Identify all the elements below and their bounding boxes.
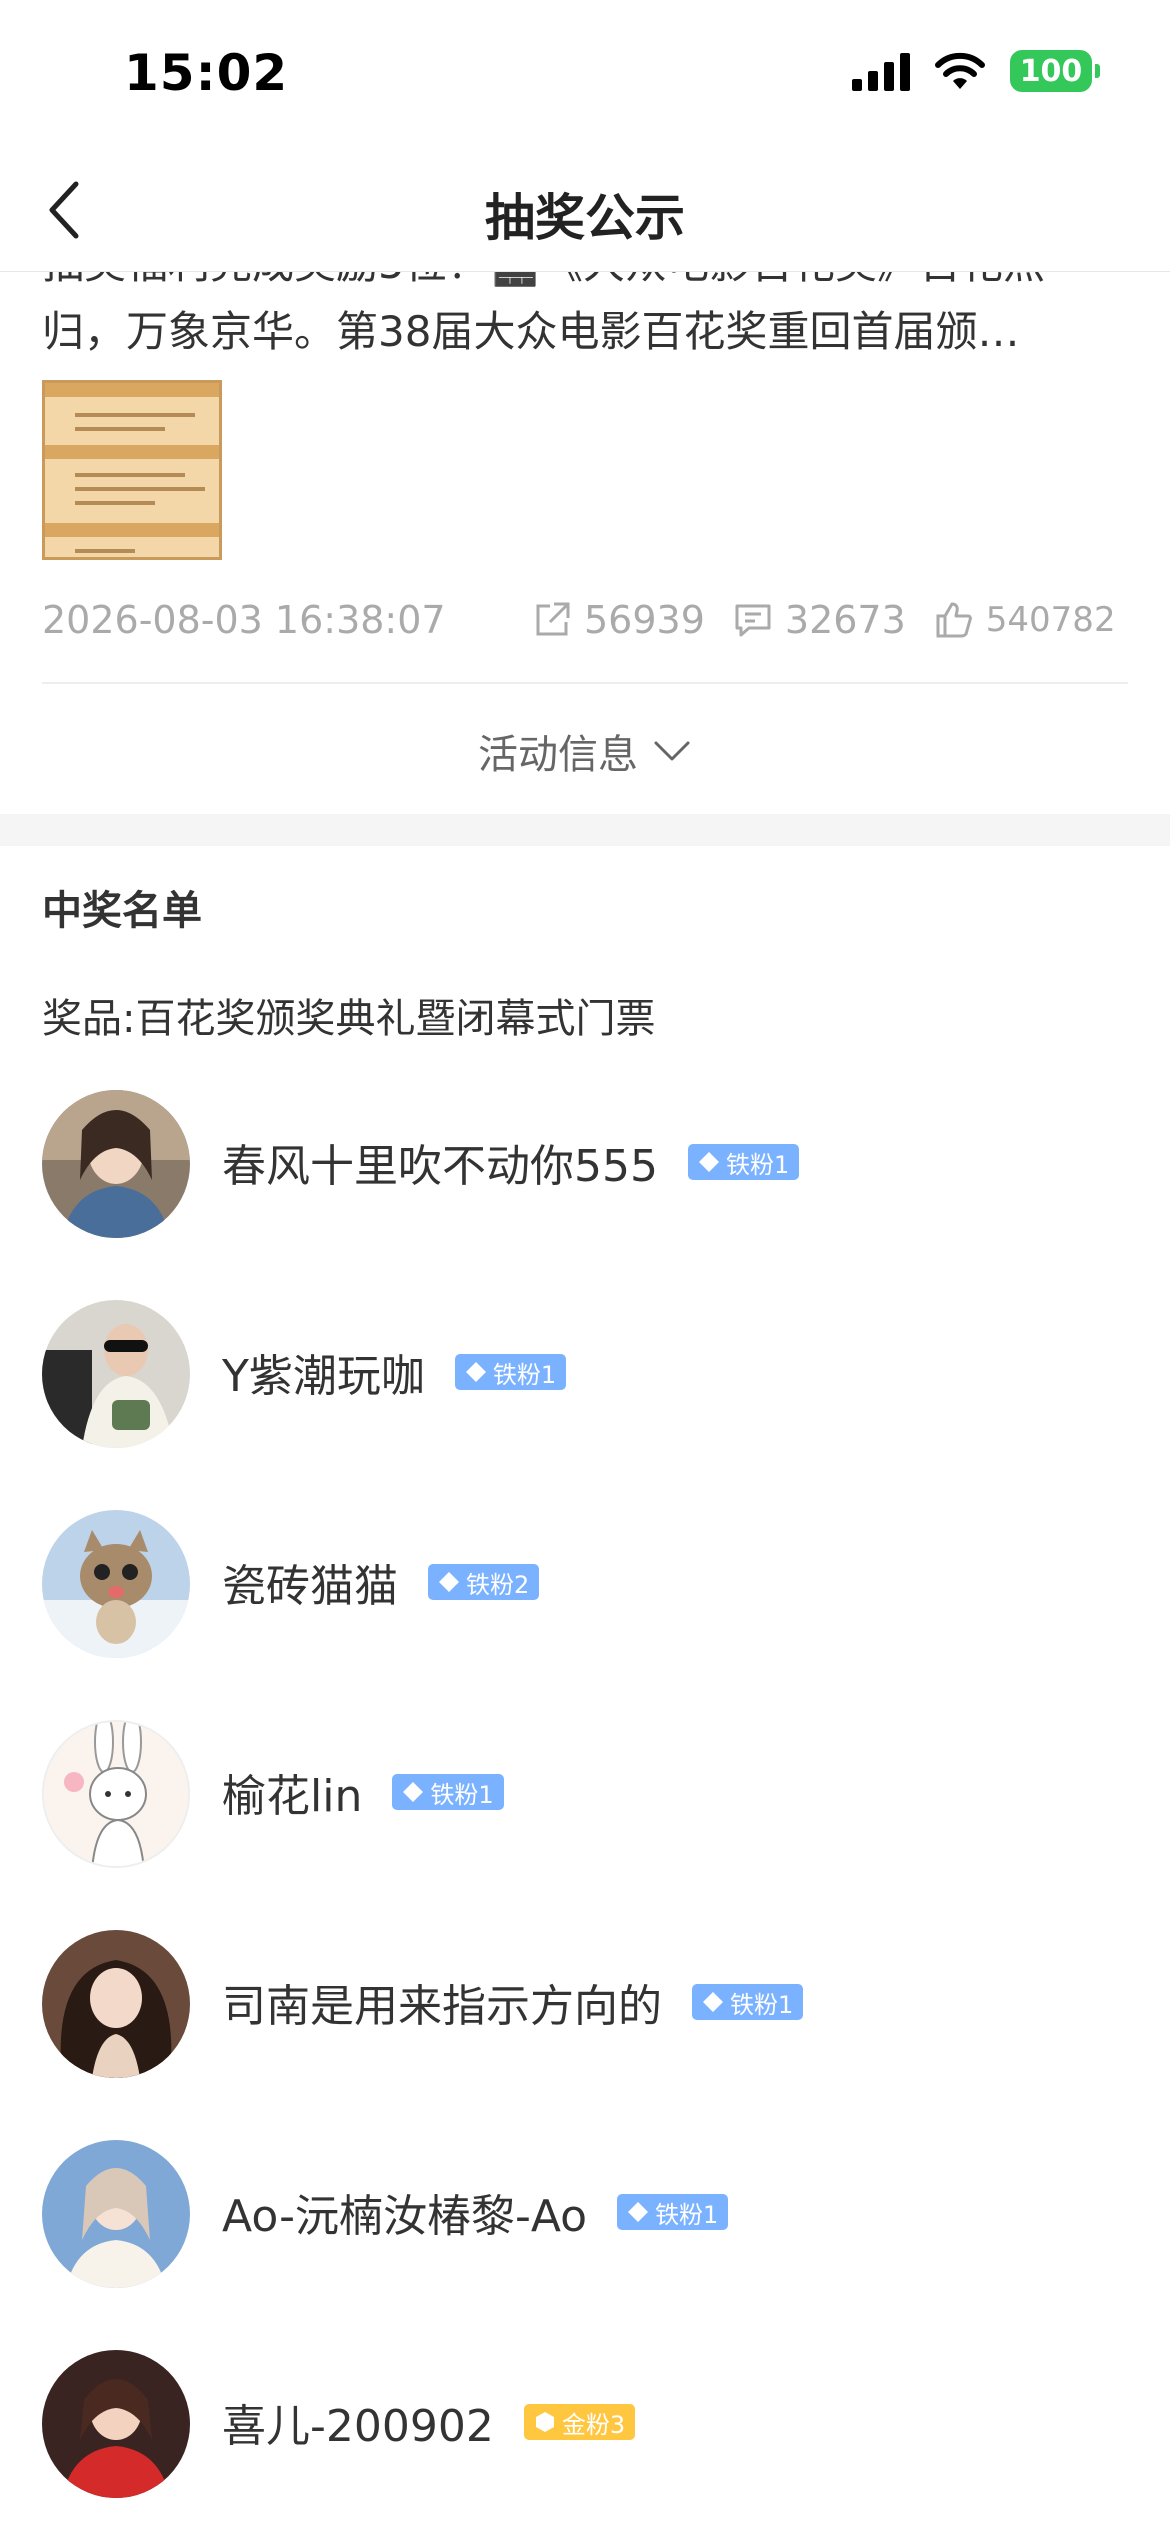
fan-badge: 铁粉1 [692,1984,804,2020]
avatar[interactable] [42,1720,190,1868]
winner-row[interactable]: 春风十里吹不动你555 铁粉1 [0,1090,1170,1300]
avatar[interactable] [42,1930,190,2078]
post-text: 抽奖福利完成奖励5位！🎬《大众电影百花奖》百花照 归，万象京华。第38届大众电影… [0,272,1170,362]
comment-icon [735,604,771,637]
activity-info-toggle[interactable]: 活动信息 [0,716,1170,786]
post-text-line1: 抽奖福利完成奖励5位！🎬《大众电影百花奖》百花照 [42,272,1045,291]
post-date: 2026-08-03 16:38:07 [42,598,446,642]
post-meta: 2026-08-03 16:38:07 56939 32673 540782 [42,590,1132,650]
fan-badge: 金粉3 [523,2404,636,2440]
share-button[interactable]: 56939 [532,598,705,642]
winner-row[interactable]: Y紫潮玩咖 铁粉1 [0,1300,1170,1510]
winner-name: 春风十里吹不动你555 [222,1141,658,1192]
signal-icon [852,53,910,91]
winner-name: 喜儿-200902 [222,2401,494,2452]
winner-row[interactable]: Ao-沅楠汝椿黎-Ao 铁粉1 [0,2140,1170,2350]
winners-title: 中奖名单 [42,888,202,934]
status-icons: 100 [852,50,1100,92]
battery-indicator: 100 [1010,50,1100,92]
avatar[interactable] [42,2350,190,2498]
fan-badge: 铁粉1 [687,1144,800,1180]
winner-row[interactable]: 喜儿-200902 金粉3 [0,2350,1170,2532]
hexagon-icon [535,2412,554,2432]
thumbs-up-icon [936,602,972,638]
comment-count: 32673 [784,598,906,642]
winner-row[interactable]: 榆花lin 铁粉1 [0,1720,1170,1930]
share-icon [536,602,570,636]
winner-name: Ao-沅楠汝椿黎-Ao [222,2191,588,2242]
winner-name: 司南是用来指示方向的 [222,1981,662,2032]
winner-name: 瓷砖猫猫 [222,1561,398,1612]
status-time: 15:02 [124,44,289,102]
diamond-icon [698,1152,719,1172]
diamond-icon [439,1572,459,1592]
nav-bar: 抽奖公示 [0,150,1170,272]
winner-row[interactable]: 瓷砖猫猫 铁粉2 [0,1510,1170,1720]
post-image-thumbnail[interactable] [42,380,222,560]
avatar[interactable] [42,1510,190,1658]
wifi-icon [935,52,985,89]
like-count: 540782 [985,600,1116,640]
winner-name: 榆花lin [222,1771,363,1822]
diamond-icon [403,1782,424,1802]
comment-button[interactable]: 32673 [733,598,906,642]
avatar[interactable] [42,1300,190,1448]
fan-badge: 铁粉1 [392,1774,504,1810]
activity-info-label: 活动信息 [478,732,638,778]
post-text-line2: 归，万象京华。第38届大众电影百花奖重回首届颁… [42,307,1020,356]
page-title: 抽奖公示 [485,189,685,247]
like-button[interactable]: 540782 [934,600,1116,640]
diamond-icon [628,2202,649,2222]
fan-badge: 铁粉1 [617,2194,729,2230]
fan-badge: 铁粉1 [454,1354,567,1390]
avatar[interactable] [42,2140,190,2288]
winner-row[interactable]: 司南是用来指示方向的 铁粉1 [0,1930,1170,2140]
winner-list: 春风十里吹不动你555 铁粉1 Y紫潮玩咖 铁粉1 瓷砖猫猫 铁粉2 榆花lin… [0,1090,1170,2532]
fan-badge: 铁粉2 [428,1564,540,1600]
winner-name: Y紫潮玩咖 [222,1351,425,1402]
divider [42,682,1128,684]
prize-description: 奖品:百花奖颁奖典礼暨闭幕式门票 [42,996,656,1042]
diamond-icon [465,1362,486,1382]
share-count: 56939 [584,598,705,642]
status-bar: 15:02 100 [0,0,1170,150]
avatar[interactable] [42,1090,190,1238]
chevron-down-icon [654,741,690,761]
section-separator [0,814,1170,846]
diamond-icon [703,1992,723,2012]
